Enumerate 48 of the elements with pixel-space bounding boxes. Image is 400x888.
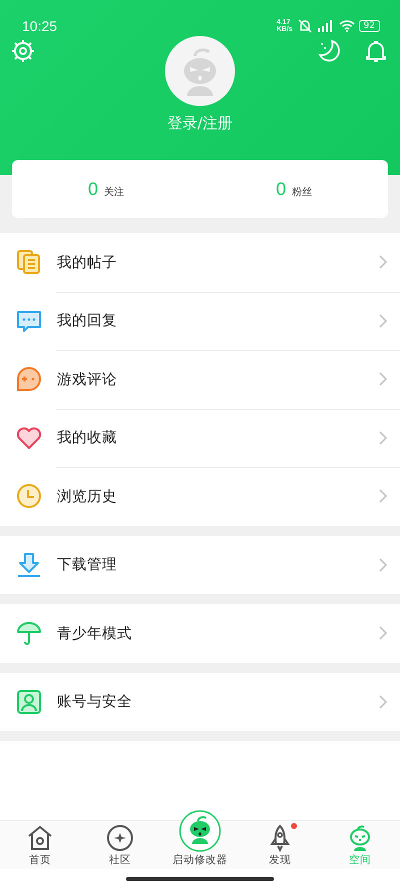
menu-label: 我的收藏	[57, 429, 118, 448]
gamepad-bubble-icon	[16, 366, 42, 392]
menu-item[interactable]: 青少年模式	[0, 604, 400, 662]
documents-icon	[16, 249, 42, 276]
settings-icon[interactable]	[11, 39, 35, 63]
tab[interactable]: 发现	[240, 821, 320, 869]
chevron-right-icon	[378, 430, 388, 446]
person-card-icon	[16, 688, 42, 715]
menu-label: 下载管理	[57, 556, 118, 574]
stat-label[interactable]: 关注	[104, 184, 124, 198]
chevron-right-icon	[378, 694, 388, 710]
tab[interactable]: 社区	[80, 821, 160, 869]
menu-label: 浏览历史	[57, 488, 118, 506]
download-icon	[16, 552, 42, 578]
menu-label: 我的回复	[57, 312, 118, 330]
menu-label: 游戏评论	[57, 370, 118, 389]
clock-icon	[16, 483, 42, 510]
menu-item[interactable]: 我的回复	[0, 292, 400, 350]
sparkle-circle-icon	[106, 824, 134, 852]
menu-item[interactable]: 我的收藏	[0, 408, 400, 467]
menu-item[interactable]: 浏览历史	[0, 467, 400, 526]
menu-label: 账号与安全	[57, 692, 133, 712]
avatar[interactable]	[165, 36, 235, 106]
chevron-right-icon	[378, 312, 388, 329]
menu-label: 青少年模式	[57, 624, 133, 643]
house-icon	[26, 824, 54, 852]
status-time: 10:25	[22, 18, 58, 34]
signal-icon	[316, 20, 335, 32]
chevron-right-icon	[378, 488, 388, 504]
muted-bell-icon	[296, 19, 313, 33]
moon-icon[interactable]	[318, 39, 342, 63]
stat-label[interactable]: 粉丝	[292, 184, 312, 198]
battery-level: 92	[358, 20, 380, 32]
tab[interactable]: 首页	[0, 821, 80, 869]
chevron-right-icon	[378, 254, 388, 270]
umbrella-icon	[16, 620, 42, 646]
bell-icon[interactable]	[364, 39, 388, 63]
menu-item[interactable]: 下载管理	[0, 536, 400, 594]
chevron-right-icon	[378, 556, 388, 573]
wifi-icon	[338, 20, 355, 32]
menu-item[interactable]: 我的帖子	[0, 233, 400, 292]
chevron-right-icon	[378, 625, 388, 642]
menu-item[interactable]: 账号与安全	[0, 672, 400, 731]
heart-icon	[16, 424, 42, 451]
tab[interactable]: 启动修改器	[160, 806, 240, 869]
chevron-right-icon	[378, 371, 388, 388]
menu-item[interactable]: 游戏评论	[0, 350, 400, 408]
menu-label: 我的帖子	[57, 254, 118, 272]
